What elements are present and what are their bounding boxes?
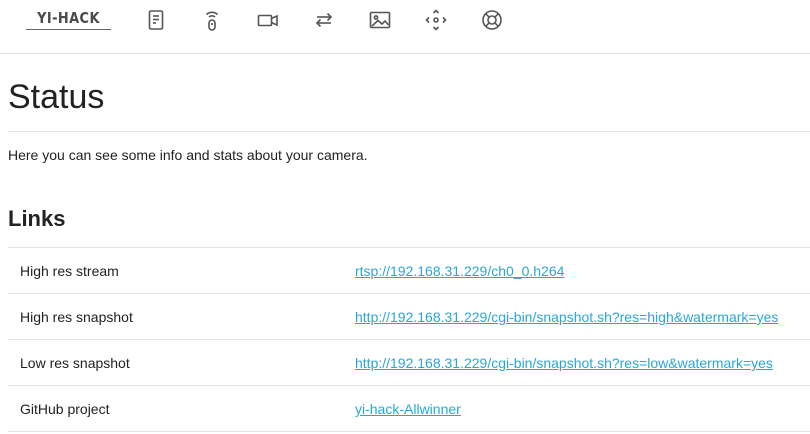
table-row: High res snapshot http://192.168.31.229/…	[8, 294, 810, 340]
top-navigation-bar: YI-HACK	[0, 0, 810, 54]
wifi-remote-icon[interactable]	[200, 8, 224, 32]
move-icon[interactable]	[424, 8, 448, 32]
help-icon[interactable]	[480, 8, 504, 32]
high-res-snapshot-link[interactable]: http://192.168.31.229/cgi-bin/snapshot.s…	[355, 309, 778, 325]
logo[interactable]: YI-HACK	[32, 9, 105, 31]
links-section-title: Links	[8, 206, 66, 231]
intro-text: Here you can see some info and stats abo…	[8, 147, 368, 163]
table-row: Low res snapshot http://192.168.31.229/c…	[8, 340, 810, 386]
status-icon[interactable]	[144, 8, 168, 32]
logo-underline	[26, 29, 111, 30]
transfer-icon[interactable]	[312, 8, 336, 32]
title-divider	[8, 131, 810, 132]
link-label: High res snapshot	[20, 309, 133, 325]
page-title: Status	[8, 78, 105, 116]
links-table: High res stream rtsp://192.168.31.229/ch…	[8, 247, 810, 432]
table-row: High res stream rtsp://192.168.31.229/ch…	[8, 248, 810, 294]
image-icon[interactable]	[368, 8, 392, 32]
link-label: GitHub project	[20, 401, 110, 417]
high-res-stream-link[interactable]: rtsp://192.168.31.229/ch0_0.h264	[355, 263, 564, 279]
link-label: Low res snapshot	[20, 355, 130, 371]
table-row: GitHub project yi-hack-Allwinner	[8, 386, 810, 432]
github-project-link[interactable]: yi-hack-Allwinner	[355, 401, 461, 417]
link-label: High res stream	[20, 263, 119, 279]
low-res-snapshot-link[interactable]: http://192.168.31.229/cgi-bin/snapshot.s…	[355, 355, 773, 371]
camera-icon[interactable]	[256, 8, 280, 32]
